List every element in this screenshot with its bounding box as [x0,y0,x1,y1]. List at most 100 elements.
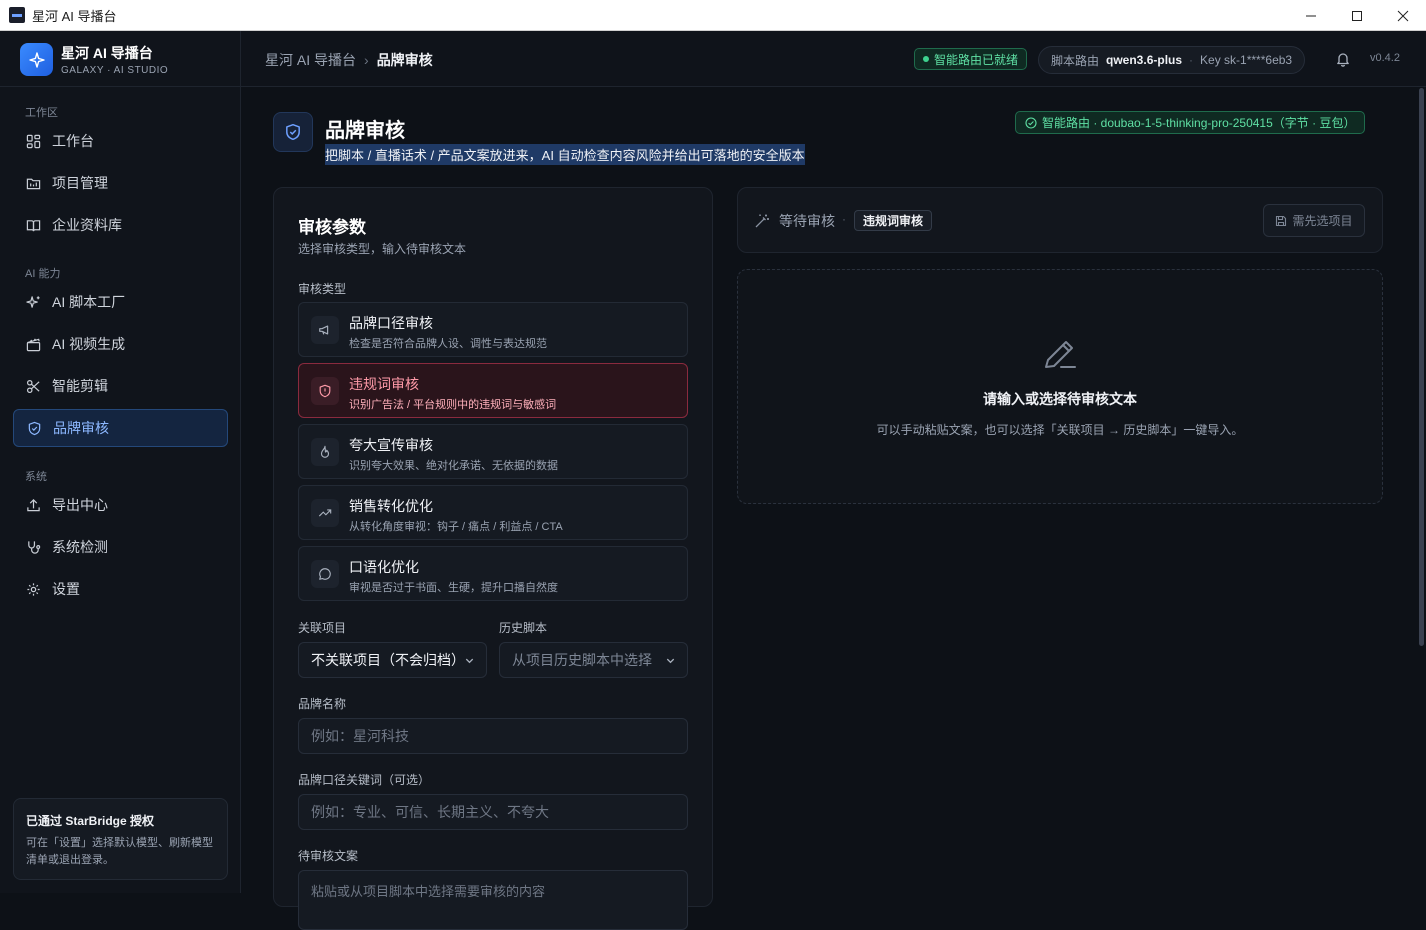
chevron-down-icon [665,655,676,666]
result-empty-state: 请输入或选择待审核文本 可以手动粘贴文案，也可以选择「关联项目 → 历史脚本」一… [737,269,1383,504]
top-header: 星河 AI 导播台 › 品牌审核 智能路由已就绪 脚本路由 qwen3.6-pl… [241,31,1426,87]
close-icon[interactable] [1380,0,1426,31]
brand[interactable]: 星河 AI 导播台 GALAXY · AI STUDIO [20,43,168,76]
review-type-violation-words[interactable]: 违规词审核 识别广告法 / 平台规则中的违规词与敏感词 [298,363,688,418]
api-key-label: Key sk-1****6eb3 [1200,53,1293,67]
option-desc: 审视是否过于书面、生硬，提升口播自然度 [349,582,558,594]
option-title: 销售转化优化 [349,498,433,514]
auth-desc: 可在「设置」选择默认模型、刷新模型清单或退出登录。 [26,837,213,866]
params-subtitle: 选择审核类型，输入待审核文本 [298,242,467,256]
brand-subtitle: GALAXY · AI STUDIO [61,65,169,76]
section-label-workspace: 工作区 [25,107,58,119]
window-titlebar: 星河 AI 导播台 [0,0,1426,31]
pencil-line-icon [1042,336,1078,372]
sidebar-item-script-factory[interactable]: AI 脚本工厂 [13,283,228,321]
sidebar-item-label: AI 视频生成 [52,336,126,352]
flame-icon [311,438,339,466]
window-title: 星河 AI 导播台 [32,8,117,24]
sidebar-item-export[interactable]: 导出中心 [13,486,228,524]
sidebar-item-library[interactable]: 企业资料库 [13,206,228,244]
params-panel: 审核参数 选择审核类型，输入待审核文本 审核类型 品牌口径审核 检查是否符合品牌… [273,187,713,930]
params-title: 审核参数 [298,218,366,237]
brand-name-placeholder: 例如：星河科技 [311,728,409,744]
separator-dot: · [1189,53,1194,67]
project-label: 关联项目 [298,621,347,635]
minimize-icon[interactable] [1288,0,1334,31]
clapper-icon [25,336,41,352]
check-circle-icon [1025,116,1037,129]
need-project-button[interactable]: 需先选项目 [1263,204,1365,237]
option-desc: 识别夸大效果、绝对化承诺、无依据的数据 [349,460,558,472]
sidebar-item-label: 项目管理 [52,175,108,191]
sidebar-item-label: 品牌审核 [53,420,109,436]
option-title: 违规词审核 [349,376,419,392]
book-icon [25,217,41,233]
sparkle-logo-icon [20,43,53,76]
brand-keywords-label: 品牌口径关键词（可选） [298,773,431,787]
history-select-placeholder: 从项目历史脚本中选择 [512,652,652,668]
brand-keywords-input[interactable]: 例如：专业、可信、长期主义、不夸大 [298,794,688,830]
page-subtitle: 把脚本 / 直播话术 / 产品文案放进来，AI 自动检查内容风险并给出可落地的安… [325,144,805,165]
sidebar-item-projects[interactable]: 项目管理 [13,164,228,202]
review-type-exaggeration[interactable]: 夸大宣传审核 识别夸大效果、绝对化承诺、无依据的数据 [298,424,688,479]
review-type-conversion[interactable]: 销售转化优化 从转化角度审视：钩子 / 痛点 / 利益点 / CTA [298,485,688,540]
sidebar-item-label: 企业资料库 [52,217,122,233]
shield-check-icon [273,112,313,152]
sidebar-item-dashboard[interactable]: 工作台 [13,122,228,160]
sidebar-item-settings[interactable]: 设置 [13,570,228,608]
main-scrollbar[interactable] [1419,88,1424,646]
shield-icon [26,420,42,436]
option-title: 品牌口径审核 [349,315,433,331]
review-text-placeholder: 粘贴或从项目脚本中选择需要审核的内容 [311,884,546,899]
route-model: qwen3.6-plus [1106,53,1183,67]
review-text-area[interactable]: 粘贴或从项目脚本中选择需要审核的内容 [298,870,688,930]
smart-route-badge: 智能路由 · doubao-1-5-thinking-pro-250415（字节… [1015,111,1366,134]
router-ready-text: 智能路由已就绪 [934,52,1019,67]
bell-icon[interactable] [1335,51,1351,67]
sidebar-item-brand-review[interactable]: 品牌审核 [13,409,228,447]
breadcrumb-root[interactable]: 星河 AI 导播台 [265,50,356,70]
magic-wand-icon [754,213,770,229]
sidebar: 星河 AI 导播台 GALAXY · AI STUDIO 工作区 工作台 项目管… [0,31,241,893]
sidebar-item-diagnostics[interactable]: 系统检测 [13,528,228,566]
auth-card: 已通过 StarBridge 授权 可在「设置」选择默认模型、刷新模型清单或退出… [13,798,228,880]
review-type-brand-tone[interactable]: 品牌口径审核 检查是否符合品牌人设、调性与表达规范 [298,302,688,357]
dashboard-icon [25,133,41,149]
waiting-status: 等待审核 [754,211,835,231]
section-label-ai: AI 能力 [25,268,61,280]
brand-name-label: 品牌名称 [298,697,347,711]
history-label: 历史脚本 [499,621,548,635]
chevron-down-icon [464,655,475,666]
status-dot-icon [923,56,929,62]
project-select[interactable]: 不关联项目（不会归档） [298,642,487,678]
sparkle-icon [25,294,41,310]
brand-name: 星河 AI 导播台 [61,45,153,61]
script-route-pill[interactable]: 脚本路由 qwen3.6-plus · Key sk-1****6eb3 [1038,46,1306,74]
review-type-tag: 违规词审核 [854,210,933,231]
folder-icon [25,175,41,191]
waiting-text: 等待审核 [779,213,835,229]
brand-name-input[interactable]: 例如：星河科技 [298,718,688,754]
trending-up-icon [311,499,339,527]
megaphone-icon [311,316,339,344]
router-ready-badge: 智能路由已就绪 [914,48,1028,70]
option-desc: 识别广告法 / 平台规则中的违规词与敏感词 [349,399,557,411]
maximize-icon[interactable] [1334,0,1380,31]
sidebar-item-label: AI 脚本工厂 [52,294,126,310]
need-project-label: 需先选项目 [1292,214,1353,228]
review-type-colloquial[interactable]: 口语化优化 审视是否过于书面、生硬，提升口播自然度 [298,546,688,601]
review-text-label: 待审核文案 [298,849,359,863]
empty-title: 请输入或选择待审核文本 [983,391,1137,407]
sidebar-item-video-gen[interactable]: AI 视频生成 [13,325,228,363]
sidebar-item-label: 导出中心 [52,497,108,513]
option-desc: 从转化角度审视：钩子 / 痛点 / 利益点 / CTA [349,521,563,533]
sidebar-item-smart-edit[interactable]: 智能剪辑 [13,367,228,405]
app-version: v0.4.2 [1370,52,1400,64]
sidebar-item-label: 智能剪辑 [52,378,108,394]
separator-dot: · [842,212,846,226]
history-script-select[interactable]: 从项目历史脚本中选择 [499,642,688,678]
upload-icon [25,497,41,513]
section-label-system: 系统 [25,471,47,483]
empty-desc: 可以手动粘贴文案，也可以选择「关联项目 → 历史脚本」一键导入。 [876,423,1244,437]
sidebar-item-label: 系统检测 [52,539,108,555]
